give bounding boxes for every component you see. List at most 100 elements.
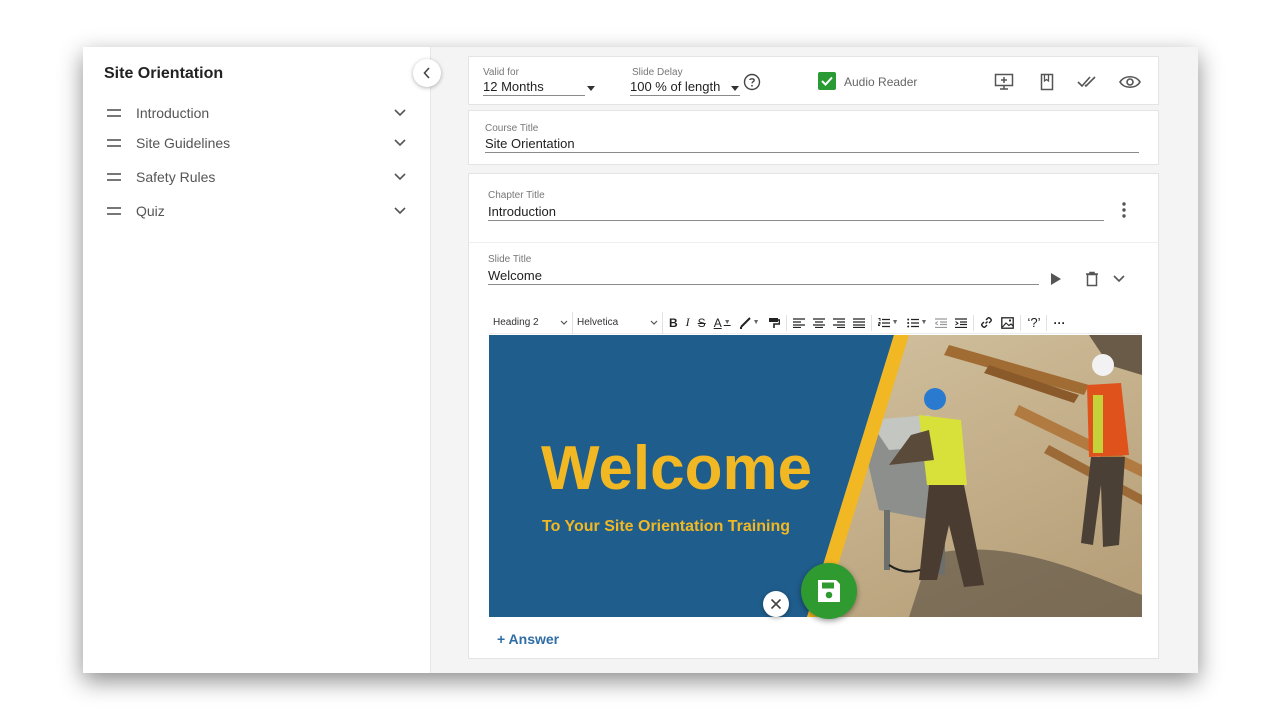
sidebar-item-label: Safety Rules	[136, 169, 216, 185]
chevron-down-icon[interactable]	[393, 106, 407, 120]
chevron-down-icon: ▼	[920, 319, 928, 326]
align-right-button[interactable]	[829, 312, 849, 334]
more-tools-button[interactable]: ···	[1049, 312, 1069, 334]
settings-bar: Valid for 12 Months Slide Delay 100 % of…	[468, 56, 1159, 105]
strikethrough-button[interactable]: S	[694, 312, 710, 334]
align-right-icon	[832, 317, 845, 328]
align-center-button[interactable]	[809, 312, 829, 334]
close-button[interactable]	[763, 591, 789, 617]
block-format-value: Heading 2	[493, 317, 539, 328]
paint-roller-icon	[768, 317, 780, 328]
align-left-button[interactable]	[789, 312, 809, 334]
collapse-sidebar-button[interactable]	[413, 59, 441, 87]
block-format-select[interactable]: Heading 2	[489, 311, 573, 334]
toolbar-separator	[1020, 314, 1022, 331]
audio-reader-checkbox[interactable]	[818, 72, 836, 90]
chevron-down-icon[interactable]	[393, 170, 407, 184]
numbered-list-icon	[877, 317, 890, 327]
slide-title-label: Slide Title	[488, 254, 532, 265]
align-left-icon	[792, 317, 805, 328]
indent-button[interactable]	[951, 312, 971, 334]
eye-icon[interactable]	[1118, 71, 1142, 93]
outdent-icon	[935, 317, 948, 328]
course-title-input[interactable]: Site Orientation	[485, 136, 1139, 153]
more-vert-icon[interactable]	[1117, 200, 1131, 220]
save-icon	[818, 580, 840, 602]
outdent-button[interactable]	[931, 312, 951, 334]
format-painter-button[interactable]	[764, 312, 784, 334]
toolbar-separator	[785, 314, 787, 331]
bullet-list-button[interactable]: ▼	[903, 312, 932, 334]
slide-delay-select[interactable]: 100 % of length	[630, 79, 740, 96]
trash-icon[interactable]	[1083, 270, 1101, 288]
toolbar-separator	[1046, 314, 1048, 331]
italic-button[interactable]: I	[682, 312, 694, 334]
save-button[interactable]	[801, 563, 857, 619]
slide-title-input[interactable]: Welcome	[488, 268, 1039, 285]
toolbar-separator	[870, 314, 872, 331]
numbered-list-button[interactable]: ▼	[874, 312, 903, 334]
course-title-panel: Course Title Site Orientation	[468, 110, 1159, 165]
drag-handle-icon[interactable]	[107, 207, 121, 215]
chevron-down-icon[interactable]	[587, 86, 595, 91]
bookmark-icon[interactable]	[1036, 71, 1058, 93]
drag-handle-icon[interactable]	[107, 173, 121, 181]
sidebar-item-label: Introduction	[136, 105, 210, 121]
chevron-down-icon[interactable]	[393, 204, 407, 218]
link-icon	[981, 317, 993, 328]
image-icon	[1001, 316, 1015, 329]
chevron-down-icon[interactable]	[393, 136, 407, 150]
close-icon	[770, 598, 782, 610]
course-title-label: Course Title	[485, 123, 539, 134]
sidebar-item-introduction[interactable]: Introduction	[107, 102, 407, 124]
chevron-down-icon[interactable]	[731, 86, 739, 91]
editor-toolbar: Heading 2 Helvetica B I S A ▼ ▼ ▼ ▼ ‘?’ …	[489, 311, 1141, 334]
sidebar: Site Orientation Introduction Site Guide…	[83, 47, 431, 673]
bold-button[interactable]: B	[665, 312, 682, 334]
font-color-button[interactable]: A ▼	[710, 312, 735, 334]
slide-delay-label: Slide Delay	[632, 67, 683, 78]
banner-subheading: To Your Site Orientation Training	[542, 518, 791, 535]
chevron-down-icon	[560, 320, 568, 325]
font-color-label: A	[713, 315, 722, 330]
font-family-select[interactable]: Helvetica	[573, 311, 663, 334]
highlight-button[interactable]: ▼	[735, 312, 764, 334]
align-justify-icon	[852, 317, 865, 328]
align-center-icon	[812, 317, 825, 328]
align-justify-button[interactable]	[849, 312, 869, 334]
divider	[469, 242, 1160, 243]
sidebar-item-site-guidelines[interactable]: Site Guidelines	[107, 132, 407, 154]
add-answer-link[interactable]: + Answer	[497, 631, 559, 647]
sidebar-item-label: Site Guidelines	[136, 135, 231, 151]
chevron-down-icon	[650, 320, 658, 325]
chevron-left-icon	[423, 67, 430, 79]
app-window: Site Orientation Introduction Site Guide…	[83, 47, 1198, 673]
add-slide-icon[interactable]	[993, 71, 1015, 93]
chapter-title-label: Chapter Title	[488, 190, 545, 201]
chevron-down-icon[interactable]	[1110, 270, 1128, 288]
help-button[interactable]: ‘?’	[1023, 312, 1044, 334]
sidebar-item-label: Quiz	[136, 203, 165, 219]
chevron-down-icon: ▼	[752, 319, 760, 326]
highlighter-icon	[739, 316, 751, 329]
valid-for-select[interactable]: 12 Months	[483, 79, 585, 96]
valid-for-label: Valid for	[483, 67, 519, 78]
font-family-value: Helvetica	[577, 317, 619, 328]
banner-heading: Welcome	[541, 434, 813, 503]
sidebar-item-safety-rules[interactable]: Safety Rules	[107, 166, 407, 188]
play-icon[interactable]	[1047, 270, 1065, 288]
check-icon	[821, 76, 833, 86]
toolbar-separator	[973, 314, 975, 331]
help-circle-icon[interactable]	[742, 72, 762, 92]
insert-image-button[interactable]	[997, 312, 1018, 334]
indent-icon	[955, 317, 968, 328]
sidebar-item-quiz[interactable]: Quiz	[107, 200, 407, 222]
double-check-icon[interactable]	[1076, 71, 1100, 93]
chevron-down-icon: ▼	[723, 319, 731, 326]
chapter-title-input[interactable]: Introduction	[488, 204, 1104, 221]
drag-handle-icon[interactable]	[107, 109, 121, 117]
insert-link-button[interactable]	[976, 312, 997, 334]
chevron-down-icon: ▼	[891, 319, 899, 326]
drag-handle-icon[interactable]	[107, 139, 121, 147]
sidebar-title: Site Orientation	[104, 65, 224, 82]
